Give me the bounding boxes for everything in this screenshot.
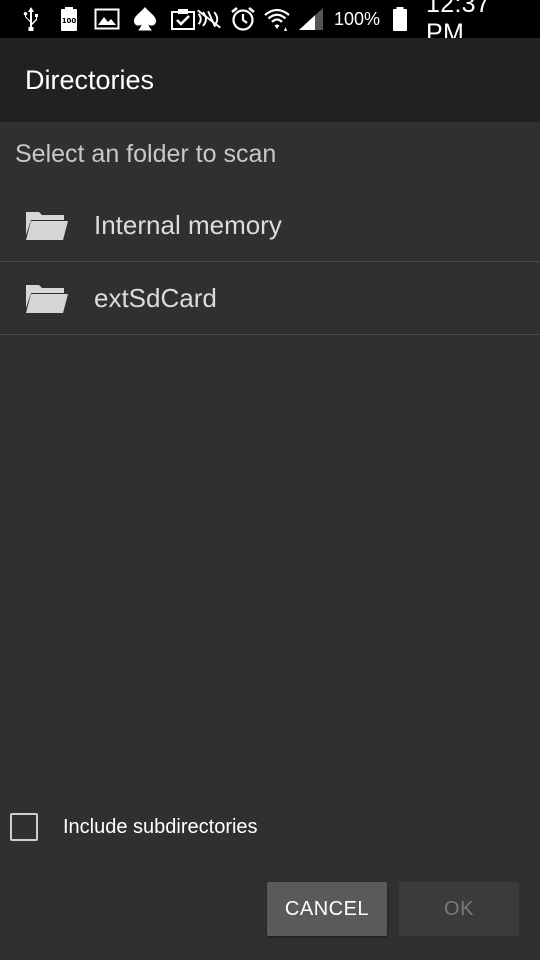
status-bar: 100 100% 12:37 PM <box>0 0 540 47</box>
battery-icon <box>388 6 412 32</box>
svg-text:100: 100 <box>62 17 77 25</box>
folder-list: Internal memory extSdCard <box>0 189 540 335</box>
dialog-subtitle: Select an folder to scan <box>15 140 277 168</box>
battery-percent: 100% <box>334 8 381 29</box>
folder-icon <box>25 282 69 314</box>
list-item-extsdcard[interactable]: extSdCard <box>0 262 540 335</box>
nfc-off-icon <box>196 6 222 32</box>
folder-icon <box>25 209 69 241</box>
app-bar: Directories <box>0 38 540 122</box>
image-icon <box>94 6 120 32</box>
list-item-internal-memory[interactable]: Internal memory <box>0 189 540 262</box>
spade-icon <box>132 6 158 32</box>
include-subdirectories-row[interactable]: Include subdirectories <box>10 813 258 841</box>
wifi-icon <box>264 6 290 32</box>
status-bar-left-icons: 100 <box>0 6 196 32</box>
include-subdirectories-checkbox[interactable] <box>10 813 38 841</box>
signal-icon <box>298 6 324 32</box>
battery-100-icon: 100 <box>56 6 82 32</box>
include-subdirectories-label: Include subdirectories <box>63 815 258 838</box>
ok-button[interactable]: OK <box>399 882 519 936</box>
folder-label: Internal memory <box>94 209 282 240</box>
clipboard-check-icon <box>170 6 196 32</box>
cancel-button[interactable]: CANCEL <box>267 882 387 936</box>
page-title: Directories <box>25 64 155 95</box>
usb-icon <box>18 6 44 32</box>
folder-label: extSdCard <box>94 282 217 313</box>
alarm-icon <box>230 6 256 32</box>
directories-screen: 100 100% 12:37 PM Directories Select an … <box>0 0 540 960</box>
